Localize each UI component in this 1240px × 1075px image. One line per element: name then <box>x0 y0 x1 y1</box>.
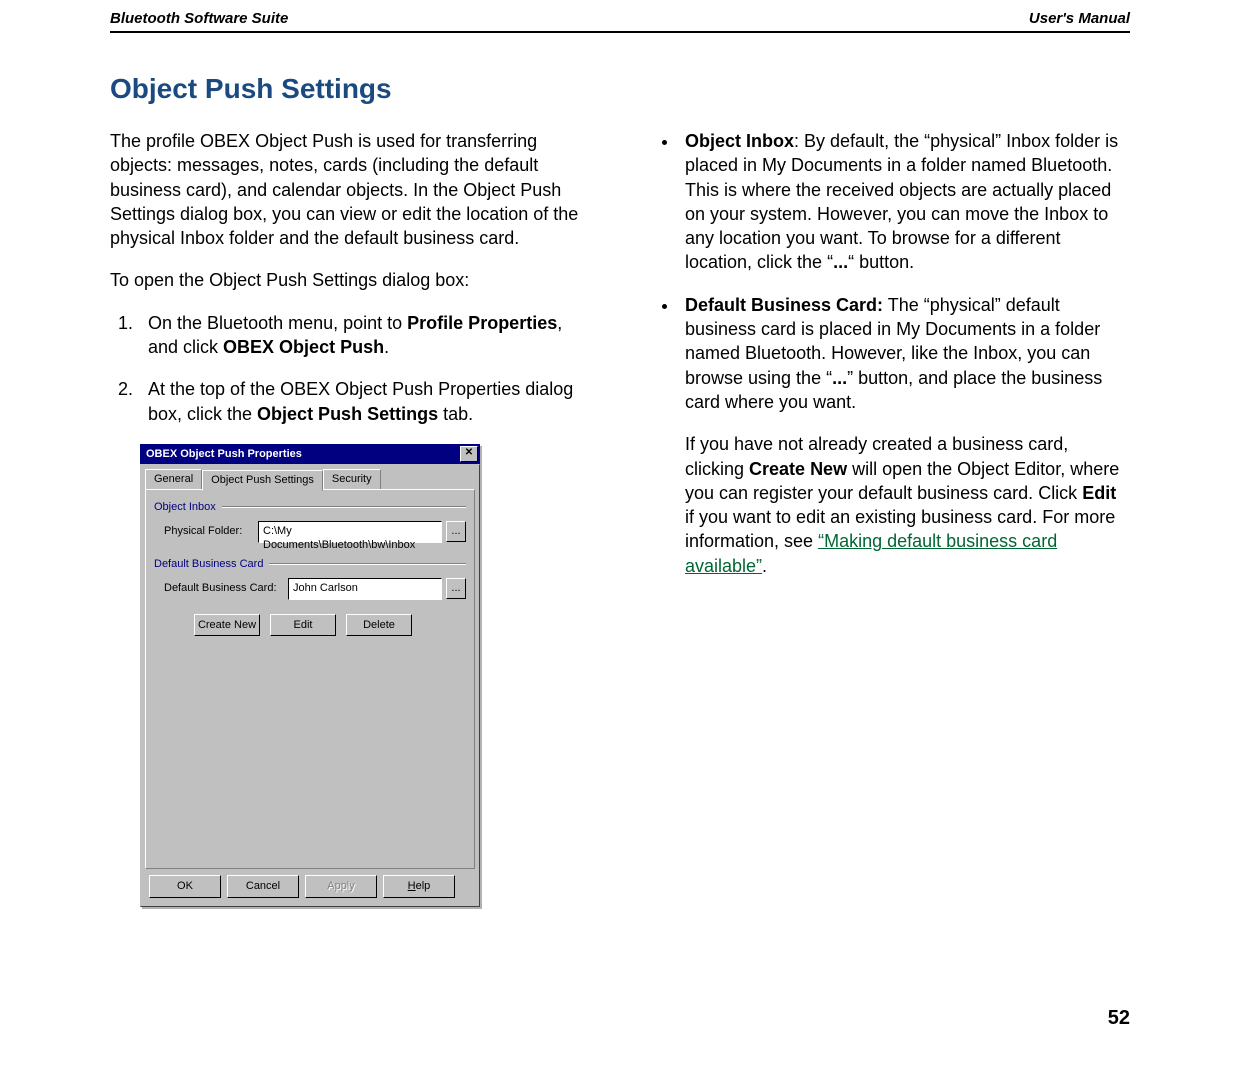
step1-text-c: . <box>384 337 389 357</box>
help-mnemonic: H <box>408 880 416 892</box>
object-inbox-text-b: “ button. <box>848 252 914 272</box>
ok-button[interactable]: OK <box>149 875 221 898</box>
intro-paragraph: The profile OBEX Object Push is used for… <box>110 129 595 250</box>
physical-folder-label: Physical Folder: <box>164 524 254 539</box>
group-divider-icon <box>222 506 466 508</box>
help-button[interactable]: Help <box>383 875 455 898</box>
edit-term: Edit <box>1082 483 1116 503</box>
group-object-inbox-label: Object Inbox <box>154 500 216 515</box>
default-card-dots: ... <box>832 368 847 388</box>
header-right: User's Manual <box>1029 10 1130 27</box>
default-card-term: Default Business Card: <box>685 295 883 315</box>
group-divider-icon <box>269 563 466 565</box>
step-2: At the top of the OBEX Object Push Prope… <box>138 377 595 426</box>
tabs-bar: General Object Push Settings Security <box>145 469 475 490</box>
physical-folder-input[interactable]: C:\My Documents\Bluetooth\bw\Inbox <box>258 521 442 543</box>
help-rest: elp <box>416 880 431 892</box>
step1-text-a: On the Bluetooth menu, point to <box>148 313 407 333</box>
page-number: 52 <box>110 1007 1130 1030</box>
browse-folder-button[interactable]: ... <box>446 521 466 542</box>
object-inbox-term: Object Inbox <box>685 131 794 151</box>
dialog-titlebar: OBEX Object Push Properties ✕ <box>140 444 480 464</box>
bullet-default-card: Default Business Card: The “physical” de… <box>679 293 1130 578</box>
apply-button[interactable]: Apply <box>305 875 377 898</box>
cancel-button[interactable]: Cancel <box>227 875 299 898</box>
create-new-term: Create New <box>749 459 847 479</box>
default-card-label: Default Business Card: <box>164 581 284 596</box>
step-1: On the Bluetooth menu, point to Profile … <box>138 311 595 360</box>
delete-button[interactable]: Delete <box>346 614 412 637</box>
step1-bold-profile: Profile Properties <box>407 313 557 333</box>
close-button[interactable]: ✕ <box>460 446 478 462</box>
step1-bold-obex: OBEX Object Push <box>223 337 384 357</box>
step2-bold-ops: Object Push Settings <box>257 404 438 424</box>
open-instruction: To open the Object Push Settings dialog … <box>110 268 595 292</box>
object-inbox-dots: ... <box>833 252 848 272</box>
tab-security[interactable]: Security <box>323 469 381 490</box>
steps-list: On the Bluetooth menu, point to Profile … <box>110 311 595 426</box>
obex-dialog: OBEX Object Push Properties ✕ General Ob… <box>140 444 480 907</box>
group-default-card: Default Business Card <box>154 557 466 572</box>
dialog-title-text: OBEX Object Push Properties <box>146 447 302 462</box>
tab-object-push-settings[interactable]: Object Push Settings <box>202 470 323 491</box>
page-header: Bluetooth Software Suite User's Manual <box>110 10 1130 33</box>
section-title: Object Push Settings <box>110 73 1130 105</box>
edit-button[interactable]: Edit <box>270 614 336 637</box>
bullet-object-inbox: Object Inbox: By default, the “physical”… <box>679 129 1130 275</box>
step2-text-b: tab. <box>438 404 473 424</box>
default-card-p2-d: . <box>762 556 767 576</box>
right-column: Object Inbox: By default, the “physical”… <box>645 129 1130 907</box>
group-default-card-label: Default Business Card <box>154 557 263 572</box>
default-card-input[interactable]: John Carlson <box>288 578 442 600</box>
tab-general[interactable]: General <box>145 469 202 490</box>
left-column: The profile OBEX Object Push is used for… <box>110 129 595 907</box>
tab-panel: Object Inbox Physical Folder: C:\My Docu… <box>145 489 475 869</box>
create-new-button[interactable]: Create New <box>194 614 260 637</box>
header-left: Bluetooth Software Suite <box>110 10 288 27</box>
browse-card-button[interactable]: ... <box>446 578 466 599</box>
group-object-inbox: Object Inbox <box>154 500 466 515</box>
